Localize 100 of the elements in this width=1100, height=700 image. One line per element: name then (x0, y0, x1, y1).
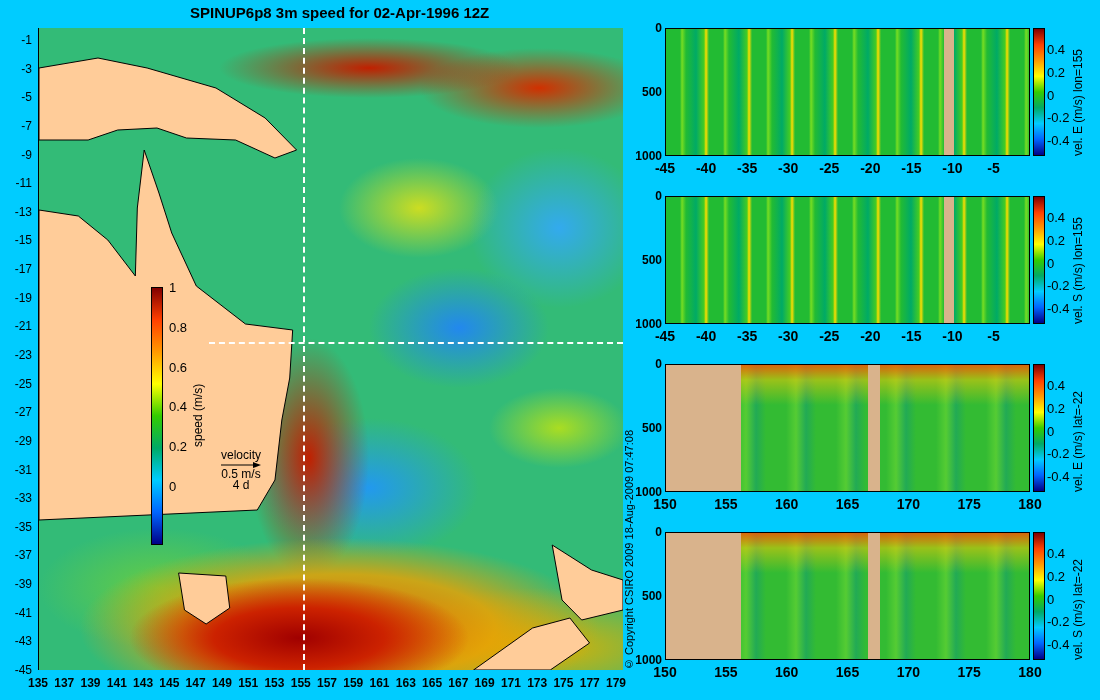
axis-tick-label: -13 (14, 204, 32, 219)
axis-tick-label: 150 (653, 496, 677, 512)
axis-tick-label: -43 (14, 634, 32, 649)
axis-tick-label: -41 (14, 605, 32, 620)
axis-tick-label: 159 (343, 676, 364, 690)
axis-tick-label: -30 (778, 328, 799, 344)
axis-tick-label: 160 (775, 496, 799, 512)
axis-tick-label: 147 (185, 676, 206, 690)
colorbar-tick-label: 0 (1047, 255, 1056, 271)
axis-tick-label: 0 (655, 189, 662, 203)
plot-title: SPINUP6p8 3m speed for 02-Apr-1996 12Z (189, 3, 491, 23)
colorbar-tick-label: 0.2 (1047, 232, 1067, 248)
colorbar-label: vel. E (m/s) lon=155 (1071, 47, 1086, 156)
colorbar-tick-label: 0.2 (1047, 64, 1067, 80)
axis-tick-label: -40 (695, 160, 717, 176)
axis-tick-label: 145 (159, 676, 180, 690)
axis-tick-label: 0 (655, 357, 662, 371)
colorbar-tick-label: 0.2 (1047, 400, 1067, 416)
axis-tick-label: -15 (14, 233, 32, 248)
axis-tick-label: 163 (395, 676, 416, 690)
axis-tick-label: 165 (422, 676, 443, 690)
axis-tick-label: -21 (14, 319, 32, 334)
axis-tick-label: 141 (106, 676, 127, 690)
axis-tick-label: 175 (957, 496, 981, 512)
axis-tick-label: -25 (819, 328, 840, 344)
axis-tick-label: 173 (527, 676, 548, 690)
axis-tick-label: -9 (21, 147, 32, 162)
legend-scale: 0.5 m/s (221, 469, 261, 480)
land-mass (178, 572, 231, 625)
colorbar-tick-label: 0 (1047, 423, 1056, 439)
axis-tick-label: -1 (21, 33, 32, 47)
axis-tick-label: -11 (15, 176, 32, 191)
colorbar-tick-label: 0 (169, 479, 178, 494)
axis-tick-label: 171 (500, 676, 521, 690)
axis-tick-label: -20 (860, 160, 881, 176)
axis-tick-label: -25 (14, 376, 32, 391)
colorbar-tick-label: 0 (1047, 591, 1056, 607)
colorbar-tick-label: 0.2 (169, 439, 188, 455)
axis-tick-label: -40 (695, 328, 717, 344)
axis-tick-label: -17 (14, 262, 32, 277)
axis-tick-label: 500 (641, 253, 662, 267)
axis-tick-label: 180 (1018, 496, 1042, 512)
axis-tick-label: -27 (14, 405, 32, 420)
axis-tick-label: 500 (641, 421, 662, 435)
legend-duration: 4 d (232, 480, 250, 491)
axis-tick-label: -5 (21, 90, 32, 105)
axis-tick-label: 143 (133, 676, 154, 690)
axis-tick-label: -39 (14, 577, 32, 592)
axis-tick-label: 1000 (635, 653, 662, 667)
axis-tick-label: 177 (579, 676, 600, 690)
axis-tick-label: -35 (14, 519, 32, 534)
axis-tick-label: -45 (654, 160, 676, 176)
colorbar-tick-label: -0.2 (1047, 446, 1070, 462)
colorbar-tick-label: 0.4 (1047, 546, 1067, 561)
axis-tick-label: -20 (860, 328, 881, 344)
colorbar-tick-label: 0.2 (1047, 568, 1067, 584)
colorbar-label: vel. S (m/s) lat=-22 (1071, 557, 1086, 660)
axis-tick-label: -45 (14, 663, 32, 677)
axis-tick-label: 170 (896, 496, 920, 512)
colorbar-label: vel. E (m/s) lat=-22 (1071, 389, 1086, 492)
axis-tick-label: -31 (14, 462, 32, 477)
axis-tick-label: -10 (942, 328, 963, 344)
axis-tick-label: -35 (737, 328, 758, 344)
colorbar-tick-label: 1 (169, 280, 178, 295)
axis-tick-label: 155 (714, 496, 738, 512)
axis-tick-label: 155 (714, 664, 738, 680)
axis-tick-label: 1000 (635, 317, 662, 331)
axis-tick-label: 0 (655, 525, 662, 539)
axis-tick-label: -23 (14, 348, 32, 362)
axis-tick-label: 0 (655, 21, 662, 35)
axis-tick-label: -15 (901, 328, 922, 344)
legend-title: velocity (221, 450, 261, 461)
axis-tick-label: 175 (957, 664, 981, 680)
colorbar-tick-label: 0.4 (1047, 378, 1067, 393)
axis-tick-label: 161 (369, 676, 390, 690)
axis-tick-label: -25 (819, 160, 840, 176)
axis-tick-label: -3 (21, 61, 32, 76)
colorbar-tick-label: -0.2 (1047, 278, 1070, 294)
axis-tick-label: -5 (987, 160, 1000, 176)
axis-tick-label: -19 (14, 290, 32, 305)
axis-tick-label: -15 (901, 160, 922, 176)
axis-tick-label: 165 (835, 496, 860, 512)
axis-tick-label: 150 (653, 664, 677, 680)
axis-tick-label: -10 (942, 160, 963, 176)
axis-tick-label: 151 (238, 676, 259, 690)
axis-tick-label: -33 (14, 491, 32, 506)
axis-tick-label: 137 (54, 676, 75, 690)
colorbar-tick-label: -0.2 (1047, 614, 1070, 630)
axis-tick-label: 1000 (635, 149, 662, 163)
axis-tick-label: -7 (21, 118, 32, 133)
axis-tick-label: -45 (654, 328, 676, 344)
colorbar-tick-label: -0.4 (1047, 469, 1070, 484)
colorbar-tick-label: -0.4 (1047, 133, 1070, 148)
axis-tick-label: 153 (264, 676, 285, 690)
axis-tick-label: -30 (778, 160, 799, 176)
axis-tick-label: 170 (896, 664, 920, 680)
colorbar-label: vel. S (m/s) lon=155 (1071, 215, 1086, 324)
colorbar-tick-label: 0 (1047, 87, 1056, 103)
axis-tick-label: 500 (641, 589, 662, 603)
axis-tick-label: 169 (474, 676, 495, 690)
